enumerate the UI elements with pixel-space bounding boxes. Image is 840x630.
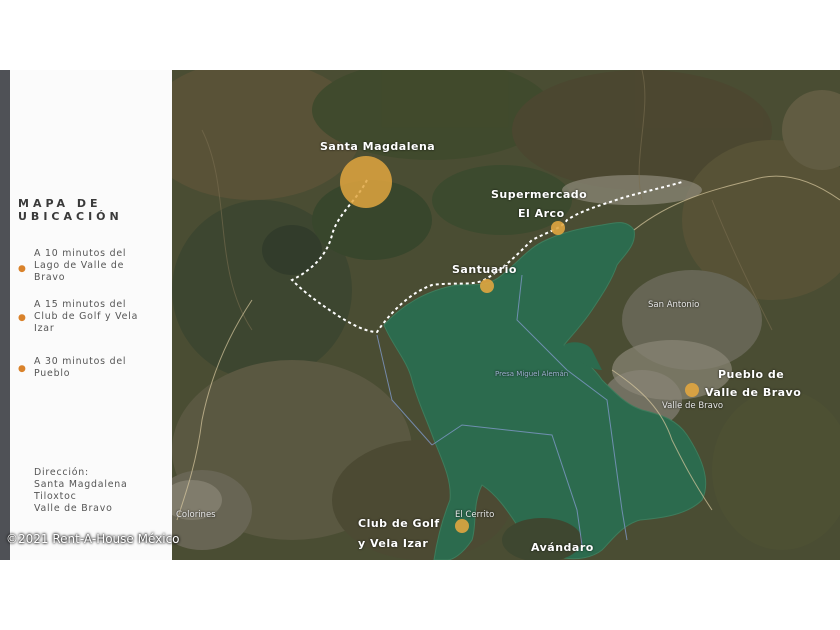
heading-line-1: MAPA DE — [18, 197, 102, 210]
label-club-2: y Vela Izar — [358, 537, 429, 550]
list-item-line: Lago de Valle de — [34, 260, 125, 271]
label-pueblo-2: Valle de Bravo — [705, 386, 802, 399]
marker-supermercado — [551, 221, 565, 235]
list-item-line: Bravo — [34, 272, 66, 283]
left-edge-strip — [0, 70, 10, 560]
list-item-line: A 15 minutos del — [34, 299, 127, 310]
bullet-dot: ● — [18, 313, 26, 323]
slide-frame: MAPA DE UBICACIÓN ● A 10 minutos del Lag… — [0, 70, 840, 560]
label-santuario: Santuario — [452, 263, 517, 276]
list-item-line: Club de Golf y Vela — [34, 311, 139, 322]
copyright-watermark: ©2021 Rent-A-House México — [6, 532, 180, 546]
address-line: Tiloxtoc — [34, 491, 77, 502]
heading-line-2: UBICACIÓN — [18, 210, 123, 223]
address-block: Dirección: Santa Magdalena Tiloxtoc Vall… — [34, 467, 128, 515]
label-el-cerrito: El Cerrito — [455, 510, 495, 520]
marker-club-golf — [455, 519, 469, 533]
list-item-line: Izar — [34, 323, 55, 334]
bullet-dot: ● — [18, 364, 26, 374]
list-item-line: A 10 minutos del — [34, 248, 127, 259]
list-item-lake: A 10 minutos del Lago de Valle de Bravo — [34, 248, 170, 284]
address-label: Dirección: — [34, 467, 89, 478]
address-line: Valle de Bravo — [34, 503, 113, 514]
bullet-dot: ● — [18, 264, 26, 274]
label-club-1: Club de Golf — [358, 517, 440, 530]
list-item-line: A 30 minutos del — [34, 356, 127, 367]
list-item-club: A 15 minutos del Club de Golf y Vela Iza… — [34, 299, 170, 335]
label-san-antonio: San Antonio — [648, 300, 700, 310]
list-item-pueblo: A 30 minutos del Pueblo — [34, 356, 170, 380]
label-valle-de-bravo-small: Valle de Bravo — [662, 401, 724, 411]
label-presa: Presa Miguel Alemán — [495, 370, 569, 378]
label-colorines: Colorines — [176, 510, 216, 520]
info-panel: MAPA DE UBICACIÓN ● A 10 minutos del Lag… — [10, 70, 172, 560]
label-supermercado-1: Supermercado — [491, 188, 588, 201]
marker-santuario — [480, 279, 494, 293]
label-pueblo-1: Pueblo de — [718, 368, 785, 381]
label-supermercado-2: El Arco — [518, 207, 565, 220]
marker-pueblo — [685, 383, 699, 397]
address-line: Santa Magdalena — [34, 479, 128, 490]
list-item-line: Pueblo — [34, 368, 71, 379]
label-santa-magdalena: Santa Magdalena — [320, 140, 436, 153]
satellite-map — [172, 70, 840, 560]
label-avandaro: Avándaro — [531, 541, 594, 554]
marker-santa-magdalena — [340, 156, 392, 208]
